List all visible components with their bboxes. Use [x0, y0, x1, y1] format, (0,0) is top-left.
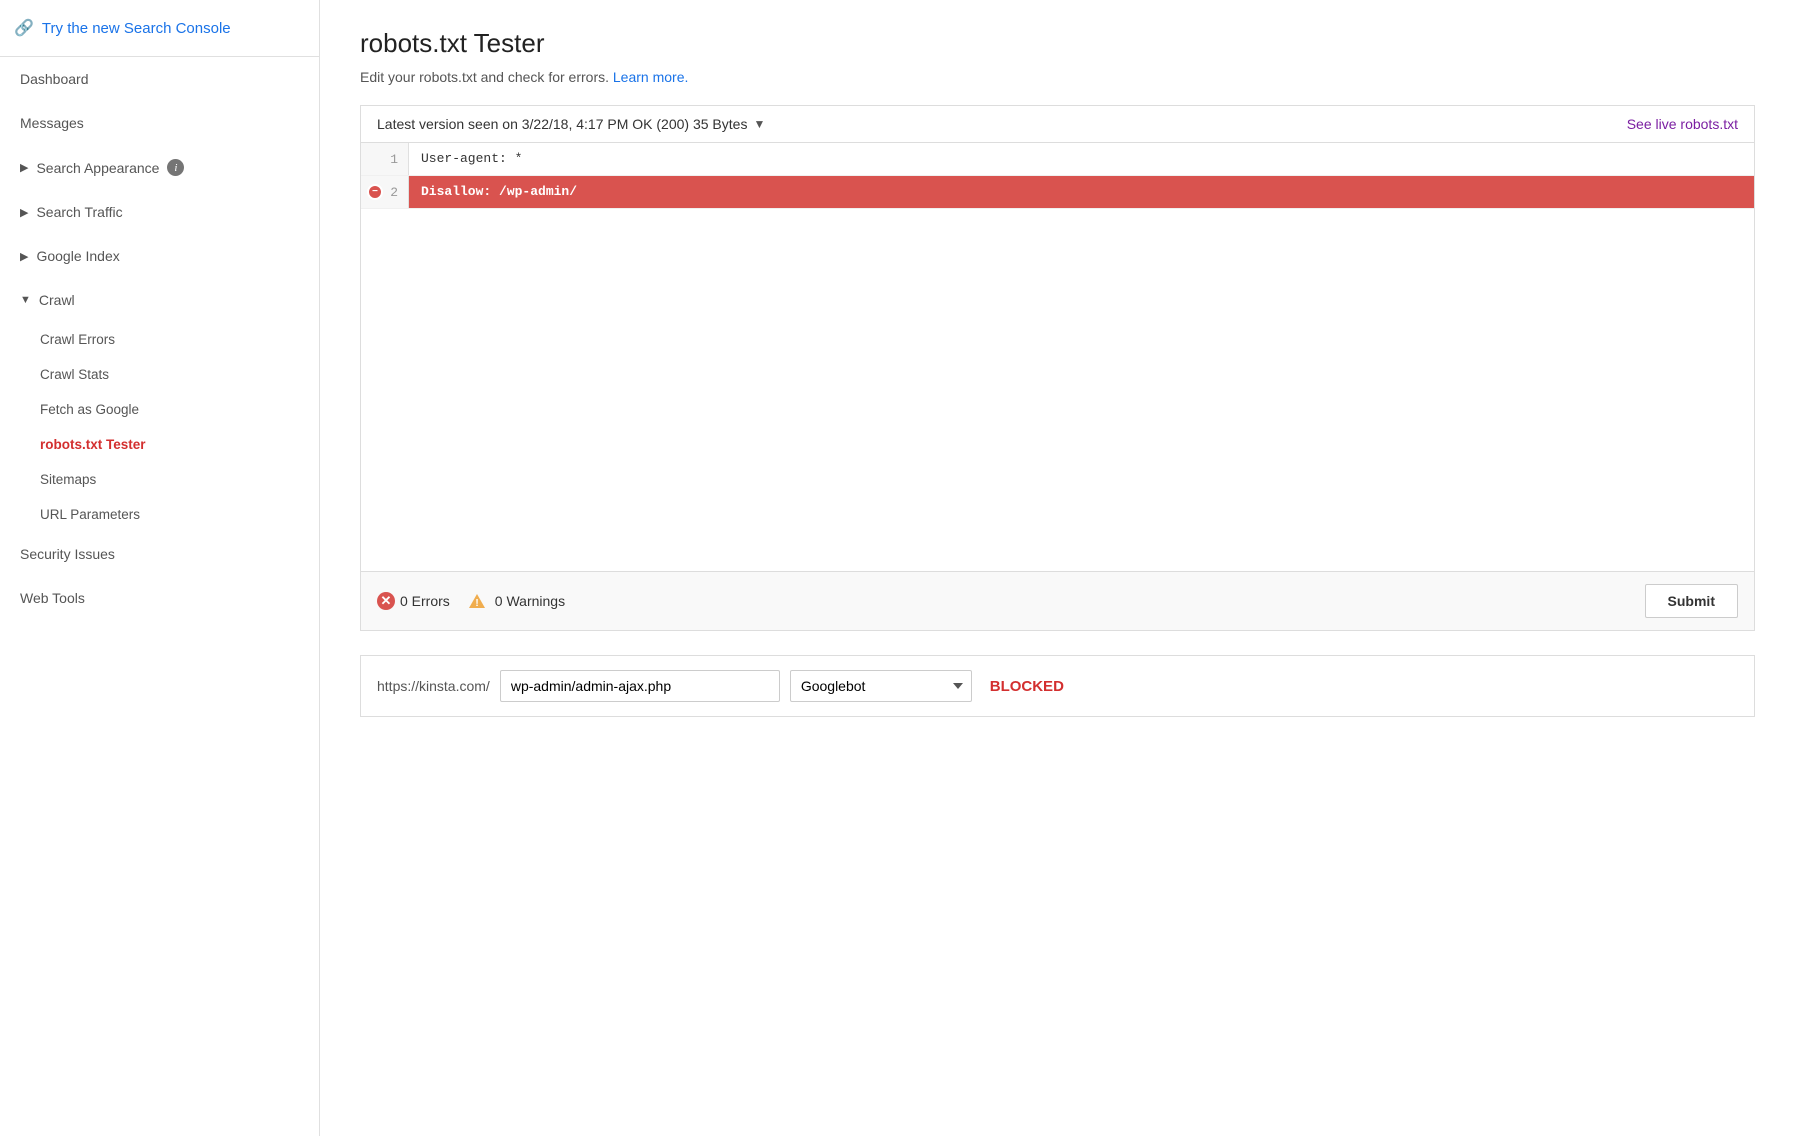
url-path-input[interactable]	[500, 670, 780, 702]
error-indicator-icon: −	[367, 184, 383, 200]
warnings-count-label: 0 Warnings	[495, 593, 565, 609]
bot-selector[interactable]: Googlebot Googlebot-Image Googlebot-Vide…	[790, 670, 972, 702]
line-gutter-2: − 2	[361, 176, 409, 208]
see-live-robots-link[interactable]: See live robots.txt	[1627, 116, 1738, 132]
expand-arrow-icon: ▶	[20, 206, 28, 219]
code-editor-empty-area	[361, 209, 1754, 569]
errors-count-label: 0 Errors	[400, 593, 450, 609]
sidebar-item-google-index[interactable]: ▶ Google Index	[0, 234, 319, 278]
url-prefix-label: https://kinsta.com/	[377, 678, 490, 694]
main-content: robots.txt Tester Edit your robots.txt a…	[320, 0, 1795, 1136]
version-bar: Latest version seen on 3/22/18, 4:17 PM …	[360, 105, 1755, 142]
code-line-1: 1 User-agent: *	[361, 143, 1754, 176]
sidebar-subitem-crawl-stats[interactable]: Crawl Stats	[0, 357, 319, 392]
search-appearance-label: Search Appearance	[36, 160, 159, 176]
url-tester-section: https://kinsta.com/ Googlebot Googlebot-…	[360, 655, 1755, 717]
warning-triangle-icon: !	[468, 593, 486, 609]
sidebar-item-crawl[interactable]: ▼ Crawl	[0, 278, 319, 322]
new-search-console-link[interactable]: 🔗 Try the new Search Console	[0, 0, 319, 57]
blocked-result-label: BLOCKED	[982, 678, 1072, 695]
search-traffic-label: Search Traffic	[36, 204, 122, 220]
expand-arrow-icon: ▶	[20, 250, 28, 263]
messages-label: Messages	[20, 115, 84, 131]
dashboard-label: Dashboard	[20, 71, 89, 87]
version-dropdown-arrow: ▼	[753, 117, 765, 131]
sidebar-item-search-appearance[interactable]: ▶ Search Appearance i	[0, 145, 319, 190]
google-index-label: Google Index	[36, 248, 119, 264]
page-description: Edit your robots.txt and check for error…	[360, 69, 1755, 85]
sidebar-subitem-url-parameters[interactable]: URL Parameters	[0, 497, 319, 532]
submit-button[interactable]: Submit	[1645, 584, 1738, 618]
error-circle-icon: ✕	[377, 592, 395, 610]
code-content-2: Disallow: /wp-admin/	[409, 176, 589, 208]
svg-text:!: !	[475, 598, 478, 609]
sidebar-item-security-issues[interactable]: Security Issues	[0, 532, 319, 576]
sidebar-item-search-traffic[interactable]: ▶ Search Traffic	[0, 190, 319, 234]
learn-more-link[interactable]: Learn more.	[613, 69, 688, 85]
security-issues-label: Security Issues	[20, 546, 115, 562]
sidebar-item-messages[interactable]: Messages	[0, 101, 319, 145]
new-search-console-anchor[interactable]: Try the new Search Console	[42, 20, 231, 37]
sidebar-item-dashboard[interactable]: Dashboard	[0, 57, 319, 101]
footer-bar: ✕ 0 Errors ! 0 Warnings Submit	[360, 572, 1755, 631]
page-title: robots.txt Tester	[360, 28, 1755, 59]
page-desc-text: Edit your robots.txt and check for error…	[360, 69, 609, 85]
errors-badge: ✕ 0 Errors	[377, 592, 450, 610]
sidebar: 🔗 Try the new Search Console Dashboard M…	[0, 0, 320, 1136]
version-text[interactable]: Latest version seen on 3/22/18, 4:17 PM …	[377, 116, 765, 132]
warnings-badge: ! 0 Warnings	[468, 593, 565, 609]
web-tools-label: Web Tools	[20, 590, 85, 606]
sidebar-subitem-sitemaps[interactable]: Sitemaps	[0, 462, 319, 497]
sidebar-subitem-fetch-as-google[interactable]: Fetch as Google	[0, 392, 319, 427]
collapse-arrow-icon: ▼	[20, 294, 31, 306]
info-icon: i	[167, 159, 184, 176]
sidebar-subitem-crawl-errors[interactable]: Crawl Errors	[0, 322, 319, 357]
code-line-2: − 2 Disallow: /wp-admin/	[361, 176, 1754, 209]
code-editor[interactable]: 1 User-agent: * − 2 Disallow: /wp-admin/	[360, 142, 1755, 572]
expand-arrow-icon: ▶	[20, 161, 28, 174]
sidebar-item-web-tools[interactable]: Web Tools	[0, 576, 319, 620]
sidebar-subitem-robots-txt-tester[interactable]: robots.txt Tester	[0, 427, 319, 462]
error-warnings-area: ✕ 0 Errors ! 0 Warnings	[377, 592, 565, 610]
code-content-1: User-agent: *	[409, 143, 534, 175]
external-link-icon: 🔗	[14, 18, 34, 38]
crawl-label: Crawl	[39, 292, 75, 308]
line-gutter-1: 1	[361, 143, 409, 175]
